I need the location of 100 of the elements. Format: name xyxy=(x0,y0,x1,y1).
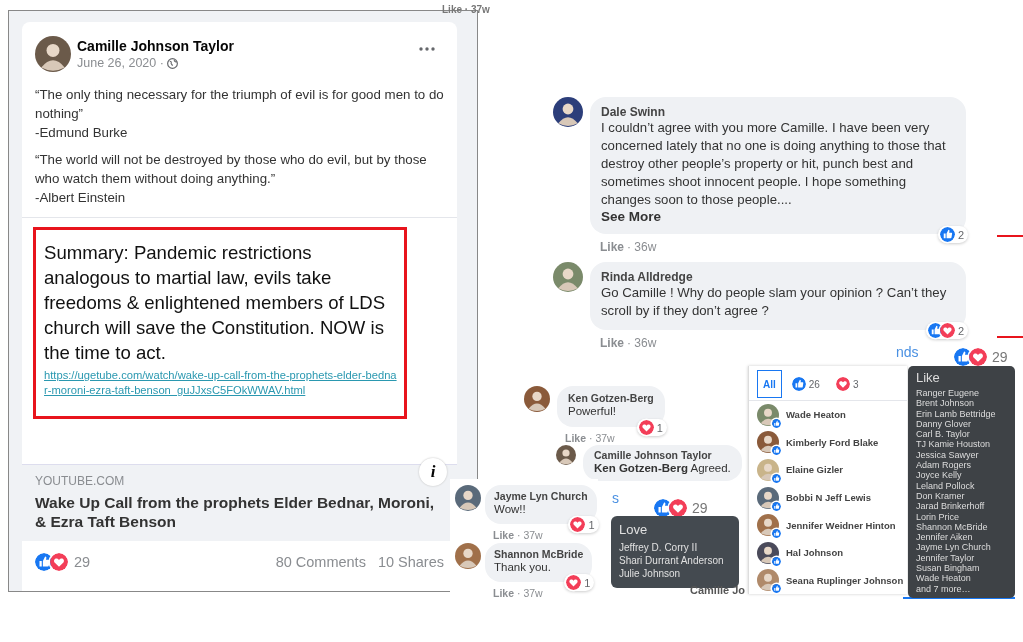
commenter-name[interactable]: Camille Johnson Taylor xyxy=(594,449,731,461)
reactor-name: Shari Durrant Anderson xyxy=(619,555,725,566)
reactor-name[interactable]: Wade Heaton xyxy=(786,409,846,421)
tooltip-title: Like xyxy=(916,370,941,385)
shares-count[interactable]: 10 Shares xyxy=(377,554,444,570)
avatar xyxy=(757,458,779,481)
reaction-badge[interactable]: 1 xyxy=(636,419,667,436)
comment-time: · 37w xyxy=(517,587,543,599)
avatar xyxy=(35,36,71,72)
like-icon xyxy=(772,529,781,539)
reactor-name: Wade Heaton xyxy=(916,573,972,584)
comment-text: Ken Gotzen-Berg Agreed. xyxy=(594,461,731,476)
reactor-name: Danny Glover xyxy=(916,418,972,430)
author-name[interactable]: Camille Johnson Taylor xyxy=(77,38,413,54)
avatar xyxy=(757,569,779,592)
comment-time: · 37w xyxy=(517,529,543,541)
reactor-name: Jessica Sawyer xyxy=(916,449,980,461)
link-fragment: s xyxy=(612,490,619,506)
comment-time: · 36w xyxy=(627,336,657,350)
quote-text: “The world will not be destroyed by those who do evil, but by those who watch them without doing anything.” xyxy=(35,151,428,188)
like-icon xyxy=(772,584,781,594)
reaction-count[interactable]: 29 xyxy=(74,554,91,570)
commenter-name[interactable]: Ken Gotzen-Berg xyxy=(568,392,654,404)
avatar xyxy=(455,543,481,569)
reactor-name: Shannon McBride xyxy=(916,521,989,533)
video-link[interactable]: https://ugetube.com/watch/wake-up-call-from-the-prophets-elder-bednar-moroni-ezra-taft-benson_guJJxsC5FOkWWAV.html xyxy=(44,368,400,398)
reaction-tab[interactable]: 26 xyxy=(785,370,826,398)
more-icon[interactable] xyxy=(419,47,435,51)
reactor-name: Erin Lamb Bettridge xyxy=(916,408,997,419)
reactor-name: Jayme Lyn Church xyxy=(916,542,992,553)
heart-icon xyxy=(835,377,850,391)
avatar xyxy=(757,486,779,509)
reactor-name[interactable]: Hal Johnson xyxy=(786,547,843,559)
quote-attribution: -Edmund Burke xyxy=(35,124,129,142)
reactor-name: Jennifer Aiken xyxy=(916,532,974,543)
reaction-count[interactable]: 29 xyxy=(692,500,708,516)
comment-text: Wow!! xyxy=(494,502,527,517)
post-date[interactable]: June 26, 2020 · xyxy=(77,56,164,70)
reaction-badge[interactable]: 1 xyxy=(564,574,595,591)
reactor-name: and 7 more… xyxy=(916,583,972,594)
reactor-name: Don Kramer xyxy=(916,490,966,502)
comment-text: Go Camille ! Why do people slam your opinion ? Can’t they scroll by if they don’t agree ? xyxy=(601,284,948,320)
see-more-link[interactable]: See More xyxy=(601,209,955,224)
avatar xyxy=(757,431,779,454)
reactor-name[interactable]: Seana Ruplinger Johnson xyxy=(786,574,904,586)
like-icon xyxy=(772,501,781,511)
like-link[interactable]: Like xyxy=(600,336,624,350)
reactor-name: Jarad Brinkerhoff xyxy=(916,501,986,512)
avatar xyxy=(757,403,779,426)
comment-time: · 36w xyxy=(627,240,657,254)
link-fragment: nds xyxy=(896,344,919,360)
like-icon xyxy=(772,418,781,428)
avatar xyxy=(757,541,779,564)
commenter-name[interactable]: Dale Swinn xyxy=(601,105,955,119)
reactor-name: Susan Bingham xyxy=(916,563,981,574)
like-icon xyxy=(772,473,781,483)
tooltip-title: Love xyxy=(619,522,649,537)
reactor-name[interactable]: Jennifer Weidner Hinton xyxy=(786,519,896,531)
reactor-name: TJ Kamie Houston xyxy=(916,439,992,450)
quote-text: “The only thing necessary for the triumph of evil is for good men to do nothing” xyxy=(35,86,444,123)
avatar xyxy=(524,386,550,412)
avatar xyxy=(556,445,576,465)
quote-attribution: -Albert Einstein xyxy=(35,189,127,207)
reactor-name[interactable]: Elaine Gizler xyxy=(786,464,844,476)
avatar xyxy=(757,514,779,537)
reaction-badge[interactable]: 2 xyxy=(925,322,968,339)
like-icon xyxy=(772,556,781,566)
reaction-badge[interactable]: 1 xyxy=(568,516,599,533)
like-link[interactable]: Like xyxy=(600,240,624,254)
summary-text: Summary: Pandemic restrictions analogous to martial law, evils take freedoms & enlightened members of LDS church will save the Constitution. NOW is the time to act. xyxy=(44,241,387,365)
reactor-name: Jeffrey D. Corry II xyxy=(619,542,699,553)
reactor-name: Julie Johnson xyxy=(619,568,682,579)
commenter-name[interactable]: Jayme Lyn Church xyxy=(494,490,588,502)
preview-domain: YOUTUBE.COM xyxy=(35,474,126,488)
like-link[interactable]: Like xyxy=(493,529,514,541)
like-icon xyxy=(791,377,806,391)
comments-count[interactable]: 80 Comments xyxy=(275,554,366,570)
comment-text: Thank you. xyxy=(494,560,552,575)
like-link[interactable]: Like xyxy=(493,587,514,599)
reactor-name: Brent Johnson xyxy=(916,398,976,409)
reactor-name: Leland Pollock xyxy=(916,480,976,491)
reaction-tab[interactable]: 3 xyxy=(829,370,865,398)
avatar xyxy=(553,97,583,127)
reactor-name: Joyce Kelly xyxy=(916,470,963,481)
reaction-badge[interactable]: 2 xyxy=(937,226,968,243)
preview-title: Wake Up Call from the prophets Elder Bednar, Moroni, & Ezra Taft Benson xyxy=(35,493,436,531)
reactor-name: Lorin Price xyxy=(916,511,961,522)
comment-text: Powerful! xyxy=(568,404,617,419)
reactor-name[interactable]: Bobbi N Jeff Lewis xyxy=(786,492,871,503)
avatar xyxy=(553,262,583,292)
commenter-name[interactable]: Shannon McBride xyxy=(494,548,584,560)
reactor-name[interactable]: Kimberly Ford Blake xyxy=(786,436,879,448)
reactor-name: Adam Rogers xyxy=(916,460,973,471)
comment-time: · 37w xyxy=(589,432,615,444)
reaction-count[interactable]: 29 xyxy=(992,349,1008,365)
info-button[interactable]: i xyxy=(419,458,447,486)
commenter-name[interactable]: Rinda Alldredge xyxy=(601,270,955,284)
reactor-name: Ranger Eugene xyxy=(916,388,981,399)
reaction-tab[interactable]: All xyxy=(757,370,782,398)
like-link[interactable]: Like xyxy=(565,432,586,444)
